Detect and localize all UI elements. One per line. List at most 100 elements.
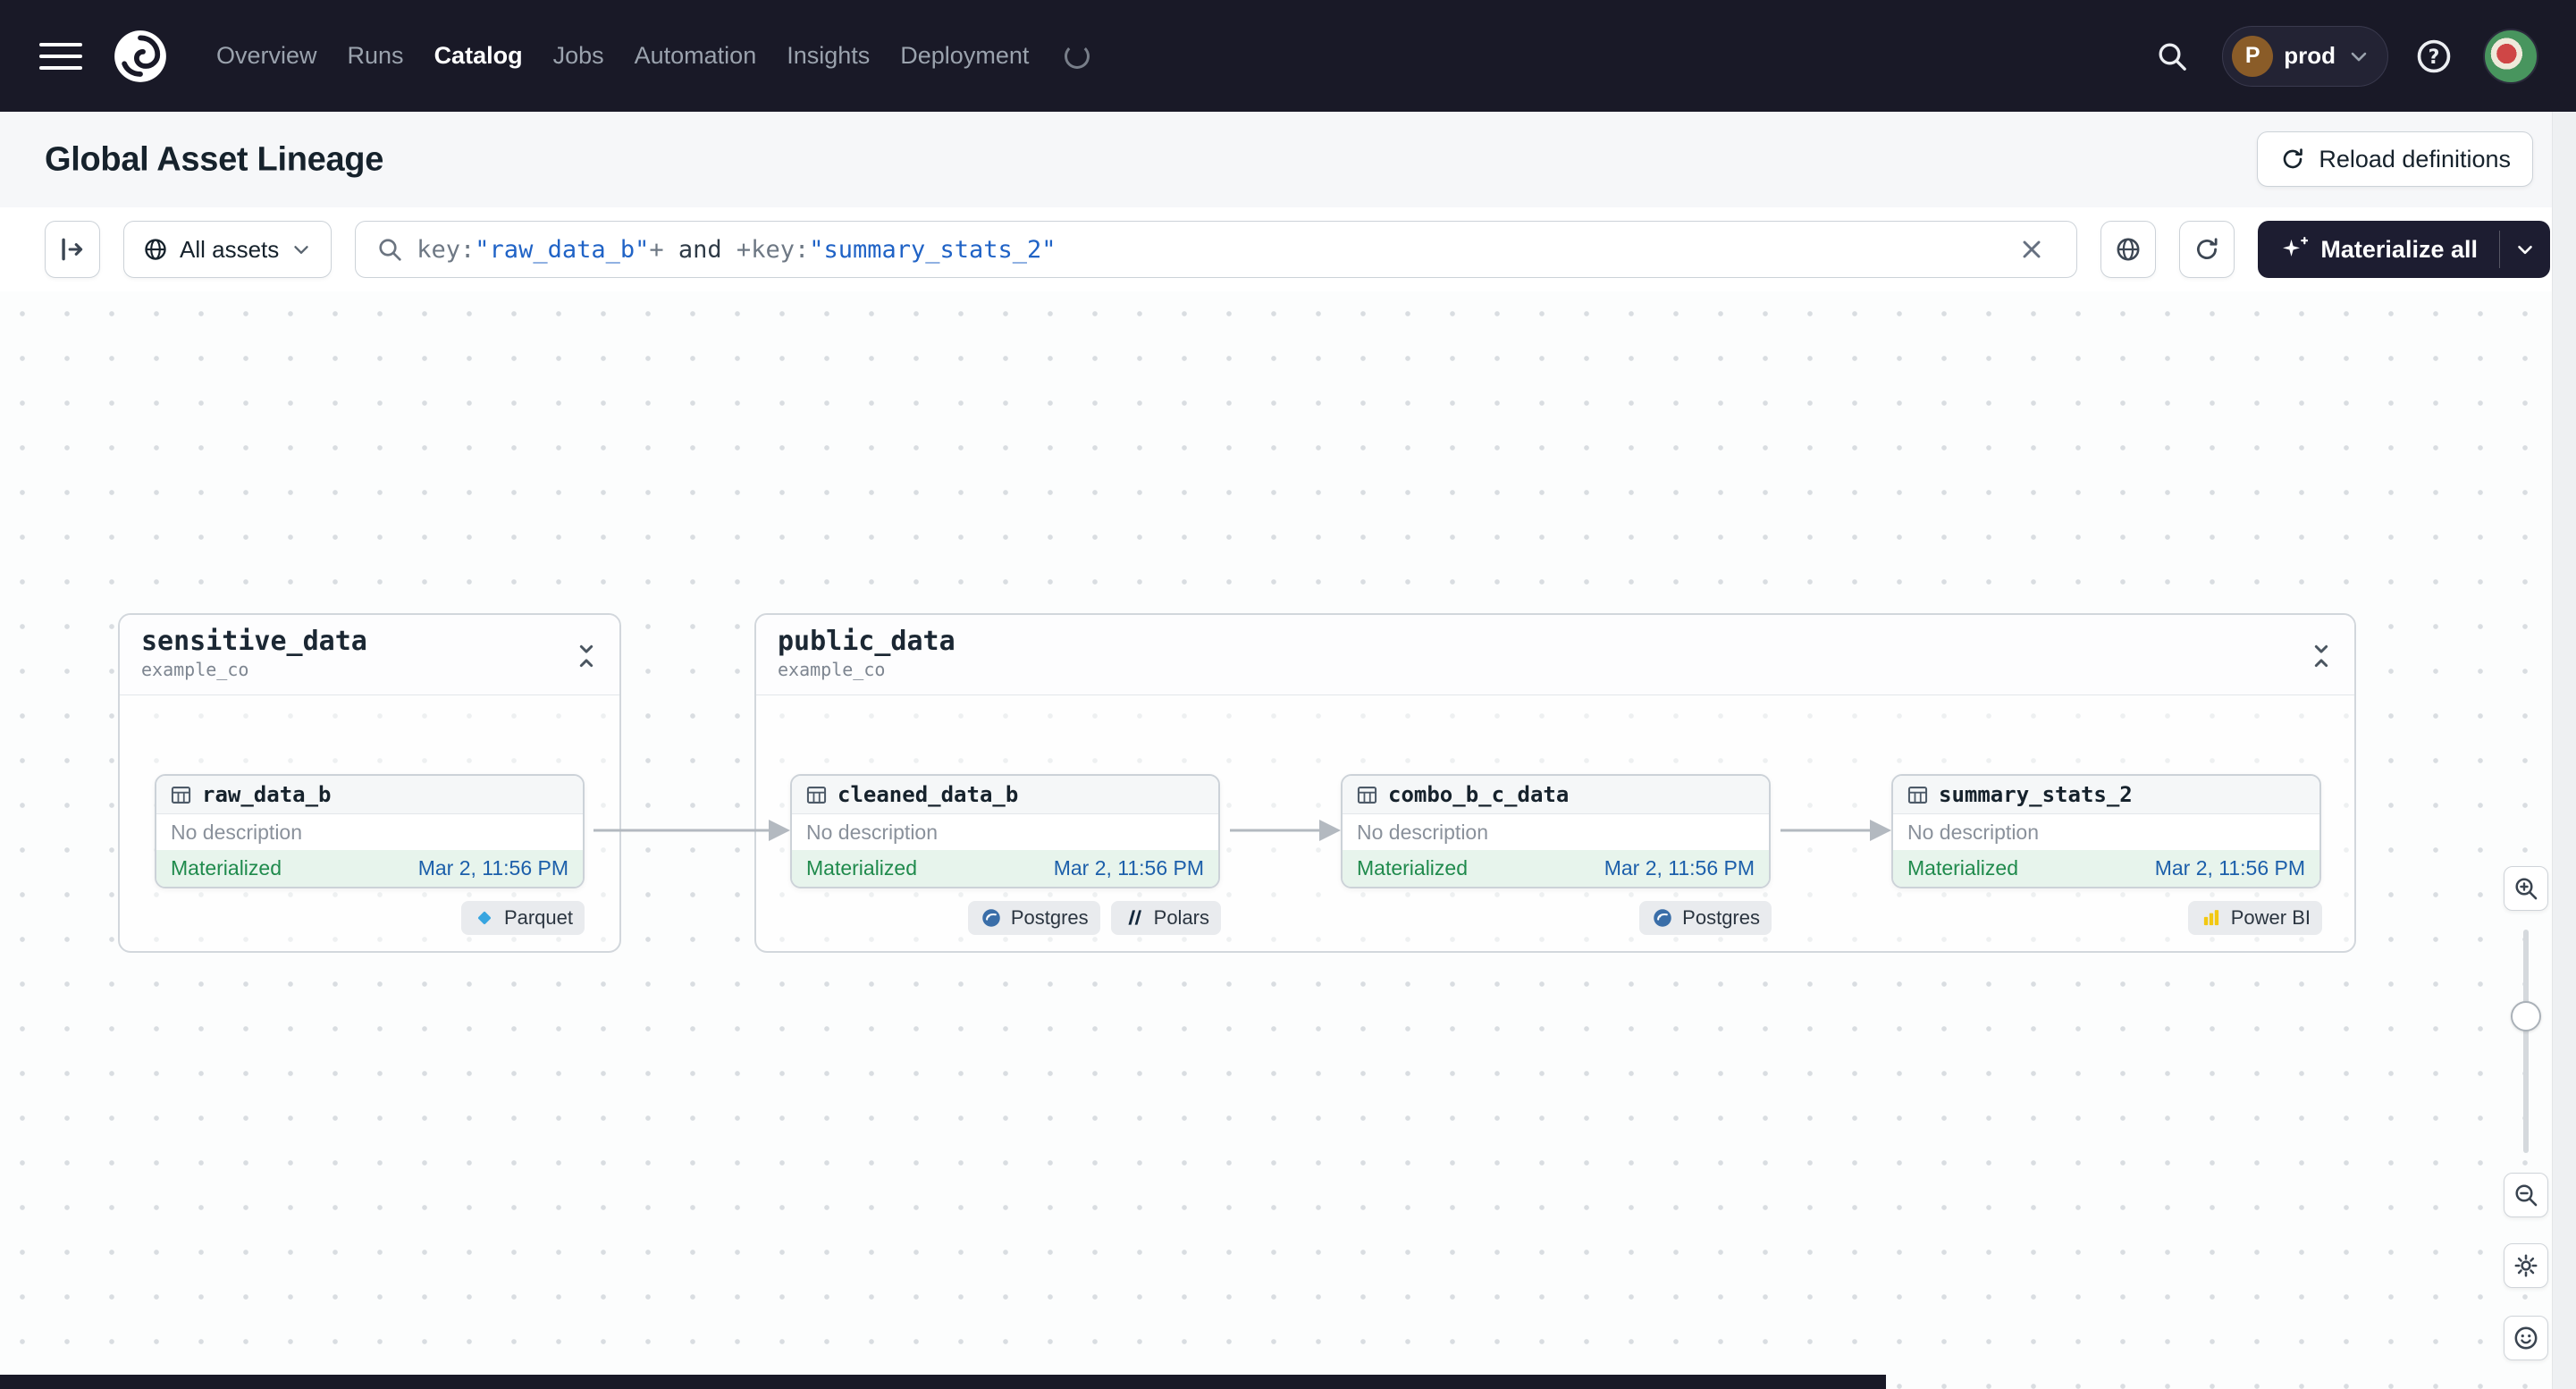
- dagster-logo[interactable]: [111, 27, 170, 86]
- nav-item-catalog[interactable]: Catalog: [434, 42, 523, 70]
- toggle-side-panel-button[interactable]: [45, 221, 100, 278]
- materialize-all-button[interactable]: Materialize all: [2258, 221, 2499, 278]
- loading-spinner-icon: [1065, 43, 1090, 69]
- materialize-options-caret[interactable]: [2500, 221, 2550, 278]
- asset-node-summary-stats-2[interactable]: summary_stats_2 No description Materiali…: [1891, 774, 2321, 888]
- asset-node-combo-b-c-data[interactable]: combo_b_c_data No description Materializ…: [1341, 774, 1771, 888]
- status-badge: Materialized: [1357, 856, 1468, 880]
- nav-item-automation[interactable]: Automation: [635, 42, 757, 70]
- group-view-toggle-button[interactable]: [2100, 221, 2157, 278]
- clear-search-icon[interactable]: [2017, 230, 2057, 269]
- table-icon: [169, 783, 193, 807]
- refresh-button[interactable]: [2179, 221, 2235, 278]
- asset-node-header: cleaned_data_b: [792, 776, 1218, 814]
- asset-selection-input[interactable]: key:"raw_data_b"+ and +key:"summary_stat…: [355, 221, 2078, 278]
- nav-item-runs[interactable]: Runs: [348, 42, 404, 70]
- asset-node-raw-data-b[interactable]: raw_data_b No description Materialized M…: [155, 774, 585, 888]
- nav-item-jobs[interactable]: Jobs: [553, 42, 604, 70]
- materialization-timestamp[interactable]: Mar 2, 11:56 PM: [1054, 856, 1204, 880]
- kind-tag-powerbi[interactable]: Power BI: [2187, 901, 2322, 935]
- materialize-all-split-button: Materialize all: [2258, 221, 2550, 278]
- materialization-timestamp[interactable]: Mar 2, 11:56 PM: [418, 856, 568, 880]
- zoom-in-button[interactable]: [2504, 866, 2548, 911]
- status-badge: Materialized: [1907, 856, 2018, 880]
- kind-tags-cleaned-data-b: Postgres Polars: [967, 901, 1221, 935]
- zoom-slider-handle[interactable]: [2511, 1001, 2541, 1031]
- postgres-icon: [980, 906, 1003, 930]
- graph-settings-button[interactable]: [2504, 1243, 2548, 1288]
- chevron-down-icon: [290, 238, 313, 261]
- reload-definitions-label: Reload definitions: [2319, 145, 2511, 173]
- primary-nav: Overview Runs Catalog Jobs Automation In…: [216, 42, 1090, 70]
- asset-selection-query: key:"raw_data_b"+ and +key:"summary_stat…: [417, 235, 1056, 264]
- deployment-initial-badge: P: [2232, 35, 2274, 77]
- gear-icon: [2512, 1251, 2540, 1280]
- materialization-timestamp[interactable]: Mar 2, 11:56 PM: [1604, 856, 1755, 880]
- page-header: Global Asset Lineage Reload definitions: [0, 112, 2576, 208]
- materialize-all-label: Materialize all: [2320, 235, 2478, 263]
- asset-status-row: Materialized Mar 2, 11:56 PM: [156, 850, 583, 887]
- zoom-out-button[interactable]: [2504, 1173, 2548, 1217]
- group-repo-label: example_co: [141, 659, 249, 680]
- collapse-group-icon[interactable]: [571, 638, 607, 674]
- asset-scope-dropdown[interactable]: All assets: [123, 221, 333, 278]
- nav-item-insights[interactable]: Insights: [787, 42, 870, 70]
- kind-tag-parquet[interactable]: Parquet: [460, 901, 585, 935]
- postgres-icon: [1651, 906, 1674, 930]
- status-badge: Materialized: [806, 856, 917, 880]
- hamburger-menu-icon[interactable]: [39, 36, 82, 77]
- table-icon: [1355, 783, 1379, 807]
- group-title: public_data: [778, 626, 955, 657]
- kind-tags-summary-stats-2: Power BI: [2187, 901, 2322, 935]
- search-icon[interactable]: [2154, 35, 2197, 78]
- top-navbar: Overview Runs Catalog Jobs Automation In…: [0, 0, 2576, 112]
- asset-node-cleaned-data-b[interactable]: cleaned_data_b No description Materializ…: [790, 774, 1220, 888]
- table-icon: [804, 783, 829, 807]
- polars-icon: [1123, 906, 1146, 930]
- bottom-panel-edge: [0, 1375, 1886, 1389]
- kind-tags-combo-b-c-data: Postgres: [1639, 901, 1772, 935]
- reload-icon: [2279, 146, 2306, 173]
- asset-status-row: Materialized Mar 2, 11:56 PM: [792, 850, 1218, 887]
- kind-tag-postgres[interactable]: Postgres: [967, 901, 1100, 935]
- user-avatar[interactable]: [2483, 28, 2538, 84]
- asset-name: summary_stats_2: [1939, 782, 2133, 807]
- status-badge: Materialized: [171, 856, 282, 880]
- deployment-switcher[interactable]: P prod: [2222, 25, 2388, 87]
- asset-node-header: combo_b_c_data: [1343, 776, 1769, 814]
- group-header: public_data example_co: [756, 615, 2354, 695]
- asset-description: No description: [806, 820, 939, 844]
- nav-item-deployment[interactable]: Deployment: [900, 42, 1029, 70]
- refresh-icon: [2193, 235, 2221, 264]
- nav-item-overview[interactable]: Overview: [216, 42, 317, 70]
- zoom-slider-track[interactable]: [2523, 930, 2529, 1153]
- panel-expand-icon: [57, 234, 88, 265]
- group-title: sensitive_data: [141, 626, 367, 657]
- asset-name: combo_b_c_data: [1388, 782, 1570, 807]
- feedback-button[interactable]: [2504, 1316, 2548, 1360]
- reload-definitions-button[interactable]: Reload definitions: [2257, 131, 2533, 187]
- asset-description: No description: [1907, 820, 2040, 844]
- navbar-right-cluster: P prod ?: [2154, 25, 2538, 87]
- asset-node-header: raw_data_b: [156, 776, 583, 814]
- lineage-toolbar: All assets key:"raw_data_b"+ and +key:"s…: [0, 207, 2576, 291]
- asset-description: No description: [171, 820, 303, 844]
- asset-name: cleaned_data_b: [838, 782, 1019, 807]
- search-icon: [375, 235, 404, 264]
- globe-filter-icon: [2114, 235, 2142, 264]
- kind-tag-polars[interactable]: Polars: [1110, 901, 1221, 935]
- kind-tag-postgres[interactable]: Postgres: [1639, 901, 1772, 935]
- app-root: Overview Runs Catalog Jobs Automation In…: [0, 0, 2576, 1389]
- chevron-down-icon: [2346, 44, 2371, 69]
- materialization-timestamp[interactable]: Mar 2, 11:56 PM: [2155, 856, 2305, 880]
- asset-name: raw_data_b: [202, 782, 332, 807]
- page-scrollbar[interactable]: [2552, 112, 2576, 1389]
- parquet-icon: [473, 906, 496, 930]
- asset-node-header: summary_stats_2: [1893, 776, 2319, 814]
- help-icon[interactable]: ?: [2413, 34, 2458, 79]
- globe-icon: [142, 236, 169, 263]
- kind-tags-raw-data-b: Parquet: [460, 901, 585, 935]
- lineage-canvas[interactable]: sensitive_data example_co public_data ex…: [0, 291, 2576, 1389]
- asset-scope-label: All assets: [180, 235, 280, 263]
- collapse-group-icon[interactable]: [2306, 638, 2342, 674]
